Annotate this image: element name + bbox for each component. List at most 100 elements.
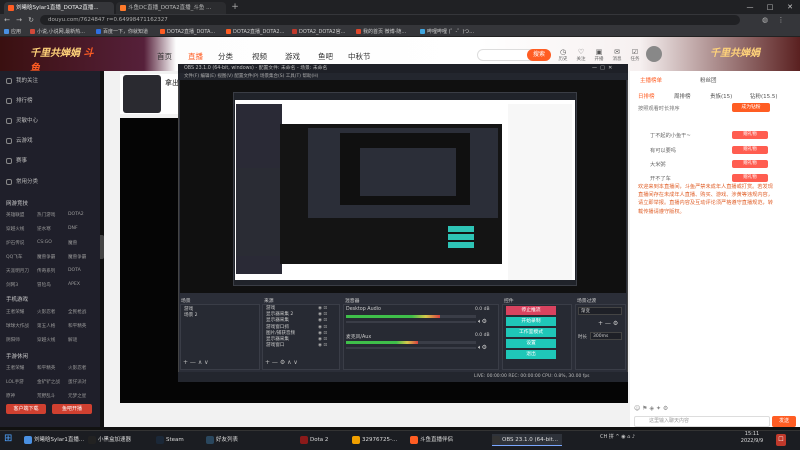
taskbar-app-3[interactable]: 好友列表 — [206, 434, 262, 446]
bookmark-6[interactable]: 我的首页 微博-随... — [356, 28, 406, 36]
search-button[interactable]: 搜索 — [527, 49, 551, 61]
subtab-weekly[interactable]: 周排榜 — [674, 92, 691, 100]
site-logo[interactable]: 千里共婵娟 斗鱼 — [30, 44, 100, 74]
sidebar-category-link[interactable]: 王者荣耀 — [6, 309, 24, 315]
taskbar-app-0[interactable]: 刘曦晗Sylar1直播... — [24, 434, 86, 446]
bookmark-1[interactable]: 小说,小说网,最新热... — [30, 28, 85, 36]
sidebar-category-link[interactable]: 魔兽争霸 — [68, 254, 86, 260]
windows-start-icon[interactable]: ⊞ — [4, 433, 16, 445]
rank-row[interactable]: 开不了车 — [650, 175, 671, 182]
rank-row[interactable]: 有可以要吗 — [650, 147, 676, 154]
chat-send-button[interactable]: 发送 — [772, 416, 796, 427]
taskbar-app-6[interactable]: 斗鱼直播伴侣 — [410, 434, 472, 446]
extensions-icon[interactable]: ◍ — [760, 15, 770, 25]
sidebar-category-link[interactable]: 天涯明月刀 — [6, 268, 29, 274]
sidebar-category-link[interactable]: 荒野乱斗 — [37, 393, 55, 399]
sidebar-category-link[interactable]: 王者荣耀 — [6, 365, 24, 371]
nav-home[interactable]: 首页 — [157, 51, 172, 62]
sidebar-item-events[interactable]: 赛事 — [6, 156, 27, 164]
sidebar-category-link[interactable]: 逆水寒 — [37, 226, 51, 232]
nav-mid-autumn[interactable]: 中秋节 — [348, 51, 371, 62]
subtab-diamond[interactable]: 钻粉(15.5) — [750, 92, 778, 100]
bookmark-4[interactable]: DOTA2直播_DOTA2... — [226, 28, 284, 36]
rank-row[interactable]: 大米粥 — [650, 161, 666, 168]
sidebar-category-link[interactable]: 和平精英 — [68, 323, 86, 329]
exit-button[interactable]: 退出 — [506, 350, 556, 359]
taskbar-app-2[interactable]: Steam — [156, 434, 204, 446]
sidebar-category-link[interactable]: 炉石传说 — [6, 240, 24, 246]
volume-slider[interactable] — [346, 347, 476, 349]
sidebar-category-link[interactable]: 剑网3 — [6, 282, 18, 288]
rank-gift-button[interactable]: 赠礼物 — [732, 146, 768, 154]
new-tab-button[interactable]: + — [230, 2, 240, 12]
sidebar-item-follow[interactable]: 我的关注 — [6, 76, 38, 84]
become-diamond-fan-button[interactable]: 成为钻粉 — [732, 103, 770, 112]
minimize-window-button[interactable]: — — [740, 0, 760, 14]
rank-gift-button[interactable]: 赠礼物 — [732, 131, 768, 139]
browser-tab-1[interactable]: 斗鱼DC直播_DOTA2直播_斗鱼 ... — [116, 2, 226, 14]
taskbar-app-7[interactable]: OBS 23.1.0 (64-bit... — [492, 434, 562, 446]
taskbar-app-5[interactable]: 32976725-... — [352, 434, 408, 446]
address-bar[interactable]: douyu.com/7624847 r=0.64998471162327 — [40, 15, 740, 25]
message-icon[interactable]: ✉ 消息 — [610, 48, 624, 62]
obs-window-controls[interactable]: — □ ✕ — [592, 64, 612, 73]
speaker-icon[interactable]: 🔈︎⚙ — [478, 344, 487, 352]
taskbar-app-1[interactable]: 小黑盒加速器 — [88, 434, 154, 446]
task-icon[interactable]: ☑ 任务 — [628, 48, 642, 62]
avatar-icon[interactable] — [646, 46, 662, 62]
speaker-icon[interactable]: 🔈︎⚙ — [478, 318, 487, 326]
sidebar-category-link[interactable]: DNF — [68, 226, 78, 231]
sidebar-category-link[interactable]: 英雄联盟 — [6, 212, 24, 218]
sidebar-category-link[interactable]: APEX — [68, 282, 80, 287]
transition-add-remove-icons[interactable]: + — ⚙ — [598, 320, 618, 327]
transition-select[interactable]: 渐变 — [578, 307, 622, 315]
rank-row[interactable]: 丁不起的小鱼干~ — [650, 132, 691, 139]
volume-slider[interactable] — [346, 321, 476, 323]
bookmark-apps[interactable]: 应用 — [4, 28, 21, 36]
sidebar-category-link[interactable]: 元梦之星 — [68, 393, 86, 399]
back-icon[interactable]: ← — [2, 15, 12, 25]
bookmark-7[interactable]: 哔哩哔哩 (゜-゜)つ... — [420, 28, 474, 36]
start-recording-button[interactable]: 开始录制 — [506, 317, 556, 326]
sidebar-category-link[interactable]: 全民枪战 — [68, 309, 86, 315]
client-download-button[interactable]: 客户端下载 — [6, 404, 46, 414]
bookmark-2[interactable]: 百度一下，你就知道 — [96, 28, 148, 36]
obs-menu-bar[interactable]: 文件(F) 编辑(E) 视图(V) 配置文件(P) 场景集合(S) 工具(T) … — [178, 73, 628, 80]
taskbar-app-4[interactable]: Dota 2 — [300, 434, 350, 446]
browser-tab-0[interactable]: 刘曦晗Sylar1直播_DOTA2直播... — [4, 2, 114, 14]
sources-list[interactable]: 游戏 显示器采集 2 显示器采集 游戏窗口抓 图片/捕获音频 显示器采集 游戏窗… — [266, 306, 295, 349]
scenes-list[interactable]: 游戏 场景 2 — [184, 307, 198, 319]
stop-streaming-button[interactable]: 停止推流 — [506, 306, 556, 315]
system-tray[interactable]: CH 拼 ^ ◉ ⌂ ♪ — [600, 433, 635, 440]
sidebar-category-link[interactable]: 火影忍者 — [68, 365, 86, 371]
scene-add-remove-icons[interactable]: + — ∧ ∨ — [183, 359, 209, 366]
sidebar-category-link[interactable]: 传奇系列 — [37, 268, 55, 274]
sidebar-category-link[interactable]: 热门游戏 — [37, 212, 55, 218]
sidebar-category-link[interactable]: 冒险岛 — [37, 282, 51, 288]
sidebar-category-link[interactable]: 火影忍者 — [37, 309, 55, 315]
history-icon[interactable]: ◷ 历史 — [556, 48, 570, 62]
chat-input[interactable]: 这里输入聊天内容 — [634, 416, 770, 427]
notification-icon[interactable]: ☐ — [776, 434, 786, 446]
sidebar-category-link[interactable]: 魔兽 — [68, 240, 77, 246]
nav-fishbar[interactable]: 鱼吧 — [318, 51, 333, 62]
chat-tab-streamer-rank[interactable]: 主播榜单 — [640, 76, 662, 84]
sidebar-category-link[interactable]: 和平精英 — [37, 365, 55, 371]
settings-button[interactable]: 设置 — [506, 339, 556, 348]
bookmark-5[interactable]: DOTA2_DOTA2官... — [292, 28, 345, 36]
sidebar-category-link[interactable]: 球球大作战 — [6, 323, 29, 329]
close-window-button[interactable]: ✕ — [780, 0, 800, 14]
maximize-window-button[interactable]: □ — [760, 0, 780, 14]
reload-icon[interactable]: ↻ — [26, 15, 36, 25]
forward-icon[interactable]: → — [14, 15, 24, 25]
live-icon[interactable]: ▣ 开播 — [592, 48, 606, 62]
sidebar-category-link[interactable]: LOL手游 — [6, 379, 24, 385]
sidebar-category-link[interactable]: CS:GO — [37, 240, 52, 245]
taskbar-clock[interactable]: 15:11 2022/9/9 — [732, 431, 772, 445]
streamer-avatar[interactable] — [123, 75, 161, 113]
source-add-remove-icons[interactable]: + — ⚙ ∧ ∨ — [265, 359, 298, 366]
nav-category[interactable]: 分类 — [218, 51, 233, 62]
sidebar-category-link[interactable]: QQ飞车 — [6, 254, 22, 260]
follow-icon[interactable]: ♡ 关注 — [574, 48, 588, 62]
fishbar-live-button[interactable]: 鱼吧开播 — [52, 404, 92, 414]
